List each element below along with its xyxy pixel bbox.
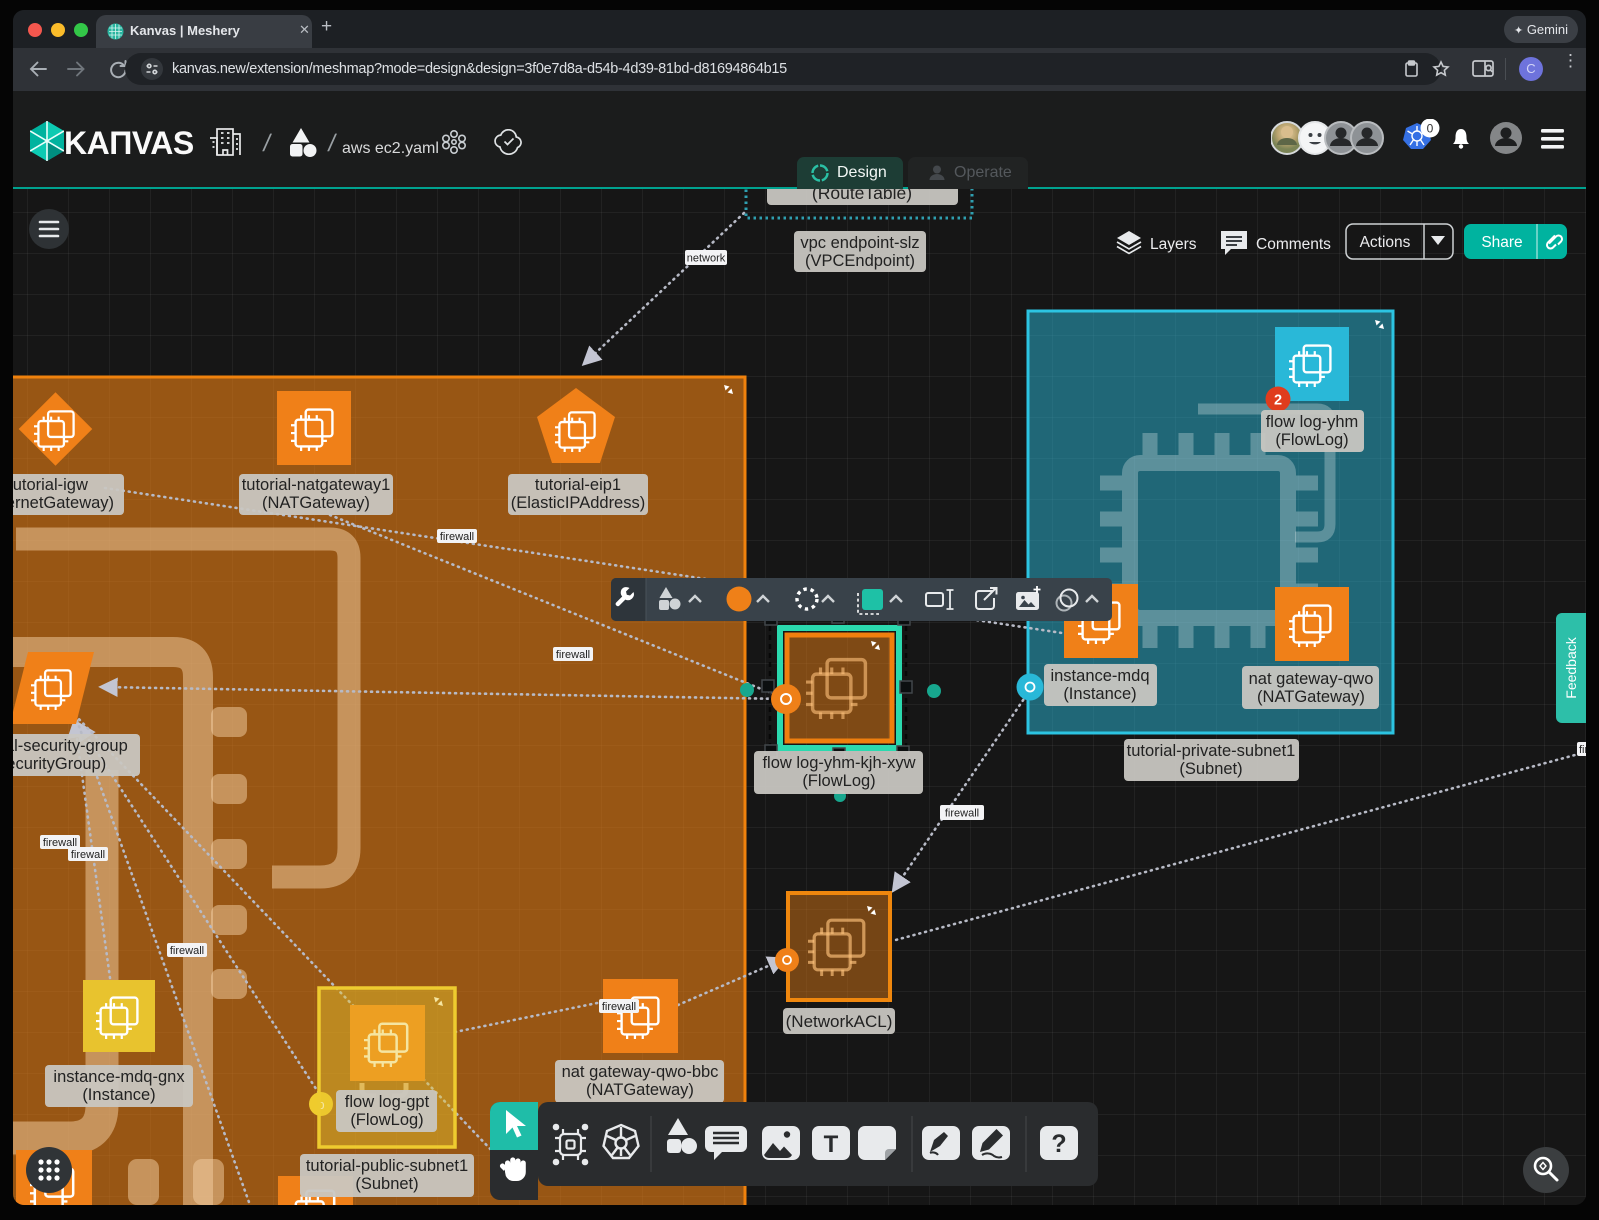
svg-text:(Instance): (Instance) — [1063, 685, 1136, 703]
svg-text:flow log-yhm-kjh-xyw: flow log-yhm-kjh-xyw — [762, 754, 915, 772]
svg-text:tutorial-private-subnet1: tutorial-private-subnet1 — [1127, 742, 1296, 760]
svg-text:?: ? — [1051, 1130, 1066, 1158]
svg-text:T: T — [824, 1131, 839, 1158]
svg-text:(ElasticIPAddress): (ElasticIPAddress) — [511, 494, 645, 512]
svg-text:network: network — [687, 253, 726, 265]
svg-text:Comments: Comments — [1256, 236, 1331, 253]
svg-text:firewall: firewall — [1579, 744, 1586, 756]
svg-text:flow log-yhm: flow log-yhm — [1266, 413, 1359, 431]
svg-text:(NATGateway): (NATGateway) — [1257, 688, 1365, 706]
svg-text:(VPCEndpoint): (VPCEndpoint) — [805, 252, 915, 270]
svg-text:tutorial-eip1: tutorial-eip1 — [535, 476, 621, 494]
svg-text:(Subnet): (Subnet) — [355, 1175, 418, 1193]
svg-text:0: 0 — [1427, 122, 1434, 136]
svg-text:(NATGateway): (NATGateway) — [586, 1081, 694, 1099]
svg-text:Share: Share — [1481, 234, 1522, 251]
svg-text:Actions: Actions — [1360, 234, 1411, 251]
svg-text:tutorial-natgateway1: tutorial-natgateway1 — [242, 476, 391, 494]
svg-text:firewall: firewall — [945, 808, 979, 820]
svg-text:flow log-gpt: flow log-gpt — [345, 1093, 430, 1111]
svg-text:nat gateway-qwo-bbc: nat gateway-qwo-bbc — [562, 1063, 719, 1081]
svg-text:(FlowLog): (FlowLog) — [802, 772, 875, 790]
svg-text:firewall: firewall — [170, 945, 204, 957]
svg-text:firewall: firewall — [71, 849, 105, 861]
svg-text:/: / — [326, 130, 338, 157]
svg-text:Layers: Layers — [1150, 236, 1197, 253]
svg-text:(Instance): (Instance) — [82, 1086, 155, 1104]
svg-text:firewall: firewall — [440, 531, 474, 543]
svg-text:(RouteTable): (RouteTable) — [812, 189, 912, 203]
svg-text:(SecurityGroup): (SecurityGroup) — [13, 755, 106, 773]
svg-text:tutorial-public-subnet1: tutorial-public-subnet1 — [306, 1157, 468, 1175]
svg-text:(FlowLog): (FlowLog) — [350, 1111, 423, 1129]
svg-text:(FlowLog): (FlowLog) — [1275, 431, 1348, 449]
svg-text:firewall: firewall — [556, 649, 590, 661]
svg-text:nat gateway-qwo: nat gateway-qwo — [1249, 670, 1374, 688]
svg-text:instance-mdq-gnx: instance-mdq-gnx — [53, 1068, 185, 1086]
svg-text:vpc endpoint-slz: vpc endpoint-slz — [800, 234, 919, 252]
svg-text:tutorial-security-group: tutorial-security-group — [13, 737, 128, 755]
svg-text:(NATGateway): (NATGateway) — [262, 494, 370, 512]
svg-text:Feedback: Feedback — [1563, 636, 1579, 698]
svg-text:firewall: firewall — [602, 1001, 636, 1013]
svg-text:tutorial-igw: tutorial-igw — [13, 476, 88, 494]
svg-text:/: / — [261, 130, 273, 157]
svg-text:(NetworkACL): (NetworkACL) — [786, 1012, 893, 1031]
svg-text:(InternetGateway): (InternetGateway) — [13, 494, 114, 512]
svg-text:2: 2 — [1274, 393, 1282, 409]
svg-text:instance-mdq: instance-mdq — [1050, 667, 1149, 685]
svg-text:(Subnet): (Subnet) — [1179, 760, 1242, 778]
